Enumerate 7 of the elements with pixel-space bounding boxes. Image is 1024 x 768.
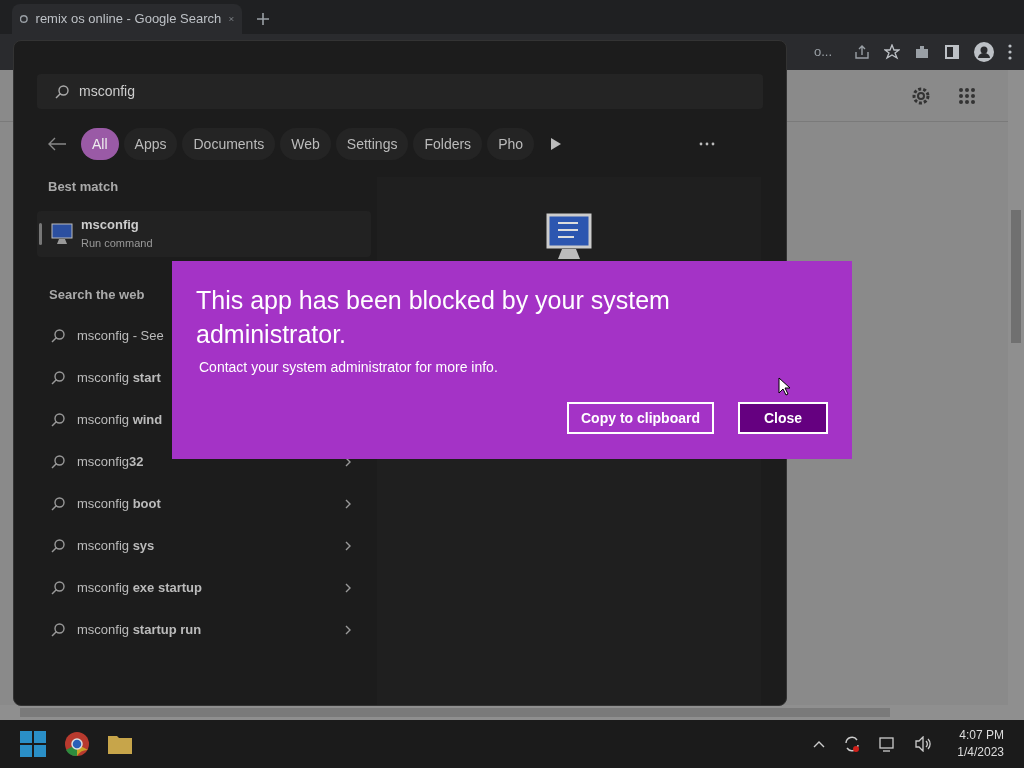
address-text: o... <box>813 43 832 62</box>
result-subtitle: Run command <box>81 236 153 251</box>
section-heading: Search the web <box>49 286 145 304</box>
result-title: msconfig <box>81 216 140 234</box>
dialog-message: Contact your system administrator for more info. <box>199 358 499 377</box>
dialog-title: This app has been blocked by your system administrator. <box>196 285 671 350</box>
section-heading: Best match <box>48 178 119 196</box>
